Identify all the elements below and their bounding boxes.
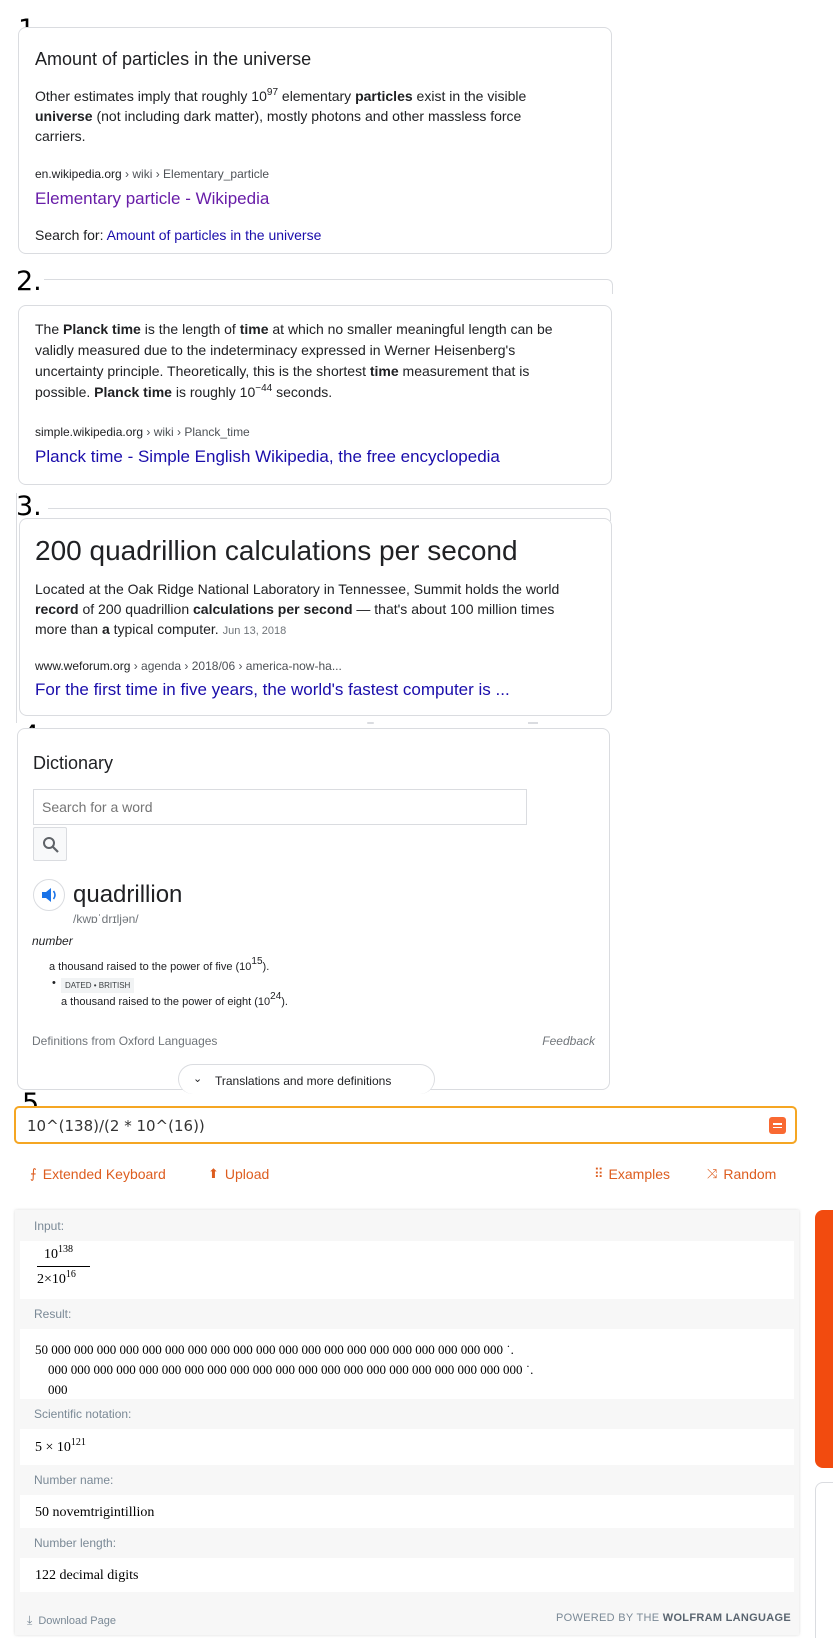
query-input[interactable]: 10^(138)/(2 * 10^(16))	[27, 1117, 205, 1135]
side-panel-edge	[815, 1210, 833, 1468]
pod-title-result: Result:	[20, 1299, 794, 1329]
side-panel-edge	[815, 1482, 833, 1638]
snippet-text: The Planck time is the length of time at…	[35, 321, 553, 400]
speaker-icon	[42, 888, 56, 902]
translations-label: Translations and more definitions	[215, 1074, 392, 1088]
result-line-2: 000 000 000 000 000 000 000 000 000 000 …	[48, 1362, 534, 1377]
download-icon: ⤓	[27, 1613, 33, 1627]
result-cite: en.wikipedia.org › wiki › Elementary_par…	[35, 167, 270, 181]
dictionary-source: Definitions from Oxford Languages	[32, 1034, 218, 1048]
part-of-speech: number	[32, 934, 73, 948]
pod-title-input: Input:	[20, 1211, 794, 1241]
card-edge	[16, 493, 17, 723]
word-search-input[interactable]	[33, 789, 527, 825]
extended-keyboard-label: Extended Keyboard	[42, 1166, 166, 1182]
random-label: Random	[723, 1166, 777, 1182]
word-search-button[interactable]	[33, 827, 67, 861]
download-label: Download Page	[38, 1614, 116, 1627]
snippet-title: 200 quadrillion calculations per second	[35, 535, 518, 566]
result-cite: simple.wikipedia.org › wiki › Planck_tim…	[35, 425, 250, 439]
divider	[528, 722, 538, 724]
result-link[interactable]: Elementary particle - Wikipedia	[35, 189, 269, 209]
phonetic: /kwɒˈdrɪljən/	[73, 912, 139, 926]
snippet-title: Amount of particles in the universe	[35, 49, 312, 69]
search-for-link[interactable]: Amount of particles in the universe	[107, 227, 322, 243]
pod-result: 50 000 000 000 000 000 000 000 000 000 0…	[20, 1329, 794, 1399]
definition-2: a thousand raised to the power of eight …	[61, 991, 288, 1009]
upload-icon: ⬆	[208, 1166, 219, 1181]
result-link[interactable]: For the first time in five years, the wo…	[35, 680, 510, 700]
examples-button[interactable]: ⠿ Examples	[594, 1166, 670, 1182]
featured-snippet-card: The Planck time is the length of time at…	[18, 305, 612, 485]
snippet-date: Jun 13, 2018	[222, 625, 287, 637]
number-length-value: 122 decimal digits	[35, 1568, 139, 1583]
card-edge	[44, 279, 613, 294]
scientific-value: 5 × 10121	[35, 1437, 86, 1456]
query-input-box[interactable]: 10^(138)/(2 * 10^(16))	[14, 1106, 797, 1144]
pod-title-number-length: Number length:	[20, 1528, 794, 1558]
search-icon	[43, 837, 59, 853]
result-link[interactable]: Planck time - Simple English Wikipedia, …	[35, 447, 500, 467]
pod-scientific: 5 × 10121	[20, 1429, 794, 1465]
result-line-3: 000	[48, 1382, 68, 1397]
download-page-button[interactable]: ⤓ Download Page	[27, 1613, 116, 1628]
divider	[367, 722, 374, 724]
featured-snippet-card: Amount of particles in the universe Othe…	[18, 27, 612, 254]
grid-icon: ⠿	[594, 1166, 603, 1181]
chevron-down-icon: ⌄	[193, 1073, 203, 1085]
pronunciation-button[interactable]	[33, 879, 65, 911]
dictionary-card: Dictionary quadrillion /kwɒˈdrɪljən/ num…	[17, 728, 610, 1094]
translations-button[interactable]: ⌄ Translations and more definitions	[178, 1064, 435, 1094]
snippet-text: Other estimates imply that roughly 1097 …	[35, 87, 527, 145]
result-number-2: 2.	[16, 266, 42, 297]
shuffle-icon: ⤨	[707, 1166, 718, 1181]
usage-label: DATED • BRITISH	[61, 978, 135, 993]
dictionary-title: Dictionary	[33, 753, 114, 773]
upload-label: Upload	[224, 1166, 270, 1182]
powered-by: POWERED BY THE WOLFRAM LANGUAGE	[555, 1612, 791, 1624]
snippet-text: Located at the Oak Ridge National Labora…	[35, 581, 560, 637]
pod-title-number-name: Number name:	[20, 1465, 794, 1495]
number-name-value: 50 novemtrigintillion	[35, 1505, 155, 1520]
result-line-1: 50 000 000 000 000 000 000 000 000 000 0…	[35, 1342, 514, 1357]
result-number-3: 3.	[16, 491, 42, 522]
definition-2-bullet: •	[52, 977, 56, 989]
keyboard-icon: ⨍	[30, 1166, 37, 1182]
search-for-row: Search for: Amount of particles in the u…	[35, 227, 322, 243]
compute-button[interactable]	[769, 1117, 786, 1134]
fraction-bar	[37, 1266, 90, 1267]
definition-1: a thousand raised to the power of five (…	[49, 956, 270, 974]
result-cite: www.weforum.org › agenda › 2018/06 › ame…	[35, 659, 342, 673]
pod-input: 10138 2×1016	[20, 1241, 794, 1299]
featured-snippet-card: 200 quadrillion calculations per second …	[19, 518, 612, 716]
upload-button[interactable]: ⬆ Upload	[208, 1166, 269, 1182]
input-denominator: 2×1016	[37, 1269, 76, 1288]
feedback-link[interactable]: Feedback	[542, 1034, 595, 1048]
dictionary-word: quadrillion	[73, 881, 183, 908]
random-button[interactable]: ⤨ Random	[707, 1166, 776, 1182]
examples-label: Examples	[608, 1166, 670, 1182]
pod-title-scientific: Scientific notation:	[20, 1399, 794, 1429]
pod-number-length: 122 decimal digits	[20, 1558, 794, 1592]
pod-number-name: 50 novemtrigintillion	[20, 1495, 794, 1528]
input-numerator: 10138	[44, 1244, 73, 1263]
extended-keyboard-button[interactable]: ⨍ Extended Keyboard	[30, 1166, 166, 1182]
